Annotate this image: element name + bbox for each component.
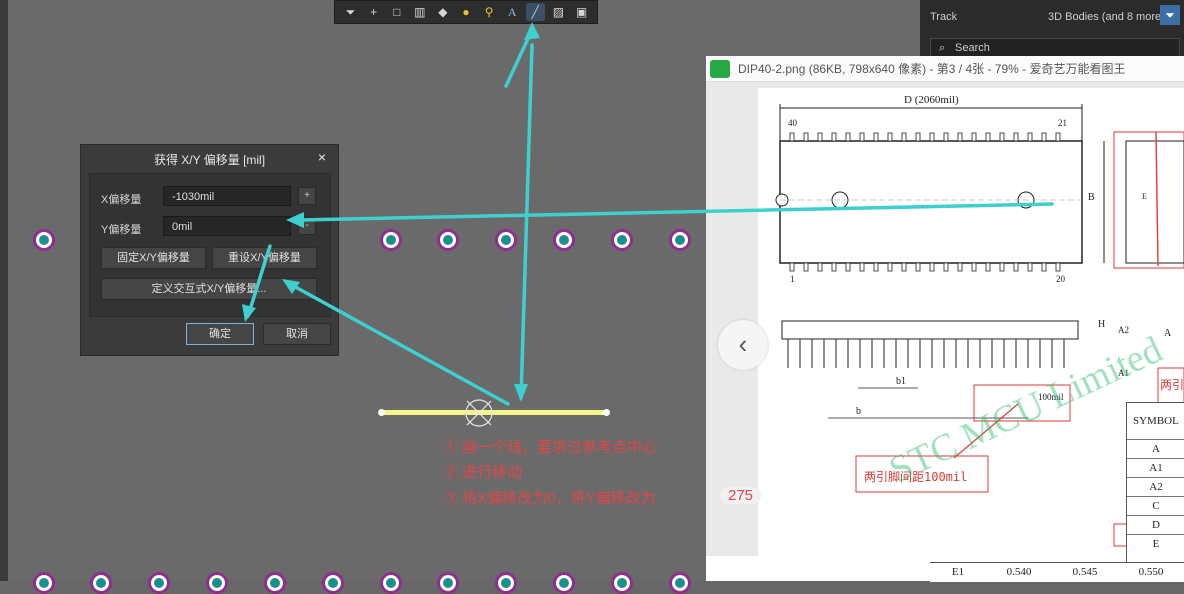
x-offset-label: X偏移量 (101, 194, 142, 206)
table-cell: 0.545 (1072, 566, 1098, 578)
track-label: Track (930, 11, 958, 23)
pad[interactable] (495, 572, 517, 594)
table-cell: E1 (951, 566, 965, 578)
cross-icon[interactable]: + (364, 3, 383, 21)
pad[interactable] (33, 229, 55, 251)
search-input[interactable]: ⌕ Search (930, 38, 1180, 58)
dim-b-label: B (1088, 192, 1095, 203)
dip40-drawing (775, 104, 1184, 547)
pad-icon[interactable]: ● (456, 3, 475, 21)
dim-e-label: E (1142, 192, 1147, 201)
table-row: A1 (1127, 458, 1184, 477)
pad[interactable] (495, 229, 517, 251)
table-row: C (1127, 496, 1184, 515)
pad[interactable] (206, 572, 228, 594)
dim-a-label: A (1164, 328, 1172, 339)
right-annotation: 两引 (1160, 378, 1184, 392)
x-offset-input[interactable]: -1030mil (163, 186, 291, 206)
y-offset-note-value: 275 (720, 487, 762, 504)
pad[interactable] (611, 229, 633, 251)
dim-h-label: H (1098, 319, 1106, 330)
table-row: D (1127, 515, 1184, 534)
pin-21-label: 21 (1058, 118, 1067, 128)
rect-icon[interactable]: □ (387, 3, 406, 21)
instruction-note-2: ② 进行移动 (443, 464, 523, 481)
dialog-title: 获得 X/Y 偏移量 [mil] (153, 153, 266, 167)
pad[interactable] (553, 229, 575, 251)
search-placeholder: Search (955, 42, 990, 54)
search-icon: ⌕ (939, 42, 946, 54)
text-icon[interactable]: A (503, 3, 522, 21)
cancel-button[interactable]: 取消 (263, 323, 331, 345)
instruction-note-1: ① 画一个线，要求过参考点中心 (443, 439, 658, 456)
define-interactive-offset-button[interactable]: 定义交互式X/Y偏移量... (101, 278, 317, 300)
prev-image-button[interactable]: ‹ (718, 320, 768, 370)
viewer-app-icon (710, 60, 730, 78)
x-offset-plus-button[interactable]: + (298, 187, 316, 205)
xy-offset-dialog: 获得 X/Y 偏移量 [mil] × X偏移量 -1030mil + Y偏移量 … (80, 144, 339, 356)
pin-40-label: 40 (788, 118, 797, 128)
pad[interactable] (264, 572, 286, 594)
table-row: A2 (1127, 477, 1184, 496)
pad[interactable] (322, 572, 344, 594)
pad[interactable] (669, 229, 691, 251)
dim-b1-label: b1 (896, 376, 906, 387)
layer-filter-label[interactable]: 3D Bodies (and 8 more) (1048, 11, 1165, 23)
image-viewer-window: DIP40-2.png (86KB, 798x640 像素) - 第3 / 4张… (706, 56, 1184, 556)
symbol-table: SYMBOL A A1 A2 C D E (1126, 402, 1184, 564)
table-header: SYMBOL (1133, 415, 1179, 427)
fixed-offset-button[interactable]: 固定X/Y偏移量 (101, 247, 206, 269)
pad[interactable] (437, 572, 459, 594)
brush-icon[interactable]: ◆ (433, 3, 452, 21)
line-icon[interactable]: ╱ (525, 3, 545, 21)
table-bottom-row: E1 0.540 0.545 0.550 (930, 562, 1184, 582)
graph-icon[interactable]: ▨ (549, 3, 568, 21)
dim-d-label: D (2060mil) (904, 94, 959, 106)
via-icon[interactable]: ⚲ (480, 3, 499, 21)
image-icon[interactable]: ▣ (572, 3, 591, 21)
chart-icon[interactable]: ▥ (410, 3, 429, 21)
pin-1-label: 1 (790, 274, 795, 284)
instruction-note-3: ③ 将X偏移改为0，将Y偏移改为 (443, 490, 656, 507)
pad[interactable] (148, 572, 170, 594)
pad[interactable] (553, 572, 575, 594)
y-offset-input[interactable]: 0mil (163, 216, 291, 236)
pin-20-label: 20 (1056, 274, 1065, 284)
pad[interactable] (380, 229, 402, 251)
ok-button[interactable]: 确定 (186, 323, 254, 345)
reset-offset-button[interactable]: 重设X/Y偏移量 (212, 247, 317, 269)
filter-icon[interactable]: ⏷ (341, 3, 360, 21)
pad[interactable] (669, 572, 691, 594)
dim-b-small-label: b (856, 406, 861, 417)
pad[interactable] (90, 572, 112, 594)
pad[interactable] (437, 229, 459, 251)
datasheet-image: D (2060mil) 40 21 1 20 B E H A2 A A1 b1 … (758, 88, 1184, 556)
track-end-right (603, 409, 610, 416)
table-row: E (1127, 534, 1184, 553)
table-row: A (1127, 439, 1184, 458)
pad[interactable] (611, 572, 633, 594)
viewer-title: DIP40-2.png (86KB, 798x640 像素) - 第3 / 4张… (738, 62, 1126, 76)
pad[interactable] (380, 572, 402, 594)
track-end-left (378, 409, 385, 416)
dim-a2-label: A2 (1118, 325, 1129, 335)
y-offset-minus-button[interactable]: - (298, 217, 316, 235)
left-panel-edge (0, 0, 8, 581)
close-icon[interactable]: × (318, 149, 326, 165)
viewer-body: D (2060mil) 40 21 1 20 B E H A2 A A1 b1 … (706, 82, 1184, 556)
pad[interactable] (33, 572, 55, 594)
y-offset-label: Y偏移量 (101, 224, 142, 236)
reference-point-icon (465, 399, 493, 427)
table-cell: 0.540 (1006, 566, 1032, 578)
viewer-title-bar[interactable]: DIP40-2.png (86KB, 798x640 像素) - 第3 / 4张… (706, 56, 1184, 82)
table-cell: 0.550 (1138, 566, 1164, 578)
active-bar-toolbar: ⏷ + □ ▥ ◆ ● ⚲ A ╱ ▨ ▣ (334, 0, 598, 24)
filter-icon[interactable]: ⏷ (1160, 5, 1180, 25)
